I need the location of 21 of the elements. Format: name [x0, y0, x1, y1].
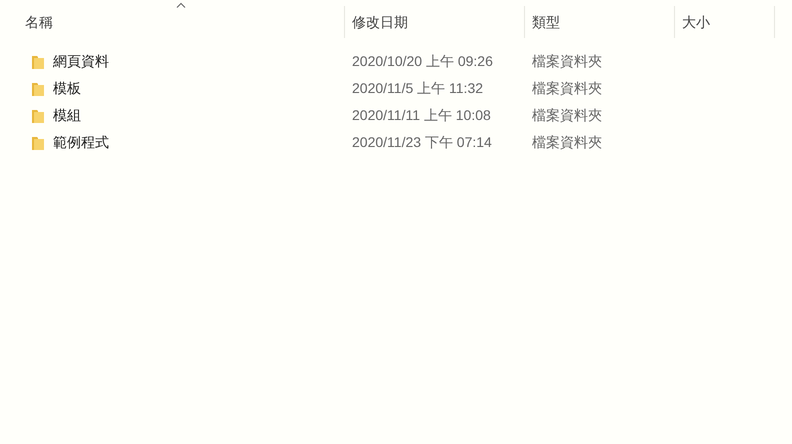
- sort-ascending-icon: [176, 2, 186, 8]
- folder-icon: [30, 54, 46, 70]
- folder-icon: [30, 108, 46, 124]
- file-name[interactable]: 模組: [53, 105, 81, 126]
- file-name[interactable]: 模板: [53, 78, 81, 99]
- modified-date: 2020/11/23 下午 07:14: [352, 134, 492, 150]
- folder-icon: [30, 134, 46, 150]
- modified-date: 2020/10/20 上午 09:26: [352, 53, 493, 69]
- column-header[interactable]: 名稱: [18, 6, 345, 38]
- file-type: 檔案資料夾: [532, 134, 602, 150]
- modified-date: 2020/11/5 上午 11:32: [352, 80, 484, 96]
- column-header[interactable]: 修改日期: [345, 6, 525, 38]
- file-type: 檔案資料夾: [532, 80, 602, 96]
- column-header[interactable]: 大小: [675, 6, 775, 38]
- column-header[interactable]: 類型: [525, 6, 675, 38]
- file-name[interactable]: 範例程式: [53, 132, 109, 153]
- file-type: 檔案資料夾: [532, 53, 602, 69]
- modified-date: 2020/11/11 上午 10:08: [352, 107, 491, 123]
- file-type: 檔案資料夾: [532, 107, 602, 123]
- file-name[interactable]: 網頁資料: [53, 51, 109, 72]
- folder-icon: [30, 80, 46, 96]
